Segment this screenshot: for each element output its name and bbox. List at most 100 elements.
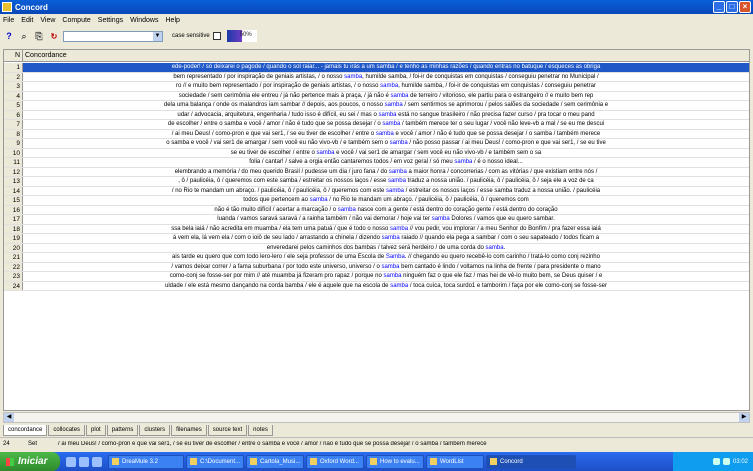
left-context: ais tarde eu quero que com todo lero-ler… (172, 254, 386, 260)
table-row[interactable]: 1 ede-poder! / só deixarei o pagode / qua… (4, 63, 749, 73)
table-row[interactable]: 13 , ô / paulicéia, ô / queremos com este… (4, 177, 749, 187)
concordance-column-header[interactable]: Concordance (23, 50, 749, 61)
row-number: 2 (4, 72, 23, 81)
taskbar-button[interactable]: Cartola_Musi... (246, 454, 304, 469)
taskbar-button[interactable]: DreaMule 3.2 (108, 454, 184, 469)
right-context: de terreiro / vitorioso, ele partiu para… (408, 92, 594, 99)
table-row[interactable]: 24 uldade / ele está mesmo dançando na co… (4, 281, 749, 291)
right-context: traduz a nossa união. / paulicéia, ô / p… (405, 178, 594, 184)
menu-file[interactable]: File (3, 17, 14, 24)
start-button[interactable]: Iniciar (0, 452, 60, 471)
right-context: e você / vai ser1 de amargar / sem você … (334, 149, 542, 156)
concordance-line: , ô / paulicéia, ô / queremos com este s… (23, 177, 749, 186)
keyword: samba (378, 111, 397, 118)
minimize-button[interactable]: _ (713, 1, 725, 13)
table-row[interactable]: 5 dela uma balança / onde os malandros ia… (4, 101, 749, 111)
table-row[interactable]: 21 ais tarde eu quero que com todo lero-l… (4, 253, 749, 263)
tab-collocates[interactable]: collocates (48, 425, 86, 436)
taskbar-button[interactable]: Oxford Word... (306, 454, 364, 469)
selected-line-text: / ai meu Deus! / como-pron e que vai ser… (58, 440, 487, 447)
right-context: a maior honra / concorrerias / com as vi… (406, 168, 598, 175)
table-row[interactable]: 6 udar / advocacia, arquitetura, engenhar… (4, 110, 749, 120)
table-row[interactable]: 16 não é tão muito difícil / acertar a ma… (4, 205, 749, 215)
table-row[interactable]: 18 ssa bela iaiá / não acredita em muamba… (4, 224, 749, 234)
table-row[interactable]: 2 bem representado / por inspiração de ge… (4, 72, 749, 82)
concordance-line: enveredarei pelos caminhos dos bambas / … (23, 244, 749, 253)
table-row[interactable]: 4 sociedade / sem cerimônia ele entreu / … (4, 91, 749, 101)
table-row[interactable]: 11 folia / cantar! / salve a orgia então … (4, 158, 749, 168)
right-context: , humilde samba, / foi-ir de conquistas … (398, 83, 596, 89)
keyword: samba (381, 263, 400, 270)
tab-clusters[interactable]: clusters (139, 425, 171, 436)
taskbar-button[interactable]: WordList (426, 454, 484, 469)
left-context: ssa bela iaiá / não acredita em muamba /… (171, 225, 391, 232)
table-row[interactable]: 8 / ai meu Deus! / como-pron e que vai se… (4, 129, 749, 139)
help-icon[interactable]: ? (3, 30, 15, 42)
keyword: samba (388, 168, 407, 175)
concordance-line: ede-poder! / só deixarei o pagode / quan… (23, 63, 749, 72)
menu-settings[interactable]: Settings (98, 17, 123, 24)
quicklaunch-desktop-icon[interactable] (92, 456, 102, 467)
right-context: . // chegando eu quero recebê-lo com car… (404, 254, 600, 260)
table-row[interactable]: 14 / no Rio te mandam um abraço. / paulic… (4, 186, 749, 196)
table-row[interactable]: 17 luanda / vamos saravá saravá / a rainh… (4, 215, 749, 225)
chevron-down-icon[interactable]: ▼ (153, 31, 162, 41)
left-context: / vamos deixar correr / a fama suburbana… (171, 263, 382, 270)
scroll-right-icon[interactable]: ▶ (739, 413, 749, 422)
maximize-button[interactable]: □ (726, 1, 738, 13)
table-row[interactable]: 7 de escolher / entre o samba e você / am… (4, 120, 749, 130)
volume-icon[interactable] (722, 458, 730, 465)
menu-edit[interactable]: Edit (21, 17, 33, 24)
table-row[interactable]: 12 elembrando a memória / do meu querido … (4, 167, 749, 177)
taskbar-button[interactable]: How to evalu... (366, 454, 424, 469)
tab-patterns[interactable]: patterns (106, 425, 139, 436)
left-context: udar / advocacia, arquitetura, engenhari… (177, 111, 379, 118)
tab-source-text[interactable]: source text (207, 425, 248, 436)
table-row[interactable]: 19 á vem ela, lá vem ela / com o ioiô de … (4, 234, 749, 244)
horizontal-scrollbar[interactable]: ◀ ▶ (3, 412, 750, 423)
row-number: 17 (4, 215, 23, 224)
table-row[interactable]: 22 / vamos deixar correr / a fama suburba… (4, 262, 749, 272)
table-row[interactable]: 15 todos que pertencem ao samba / no Rio … (4, 196, 749, 206)
refresh-icon[interactable]: ↻ (48, 30, 60, 42)
tab-filenames[interactable]: filenames (171, 425, 207, 436)
search-input[interactable]: ▼ (63, 30, 163, 42)
menu-compute[interactable]: Compute (62, 17, 90, 24)
table-row[interactable]: 23 como-conj se fosse-ser por mim // até … (4, 272, 749, 282)
keyword: samba (382, 121, 401, 127)
num-column-header[interactable]: N (4, 50, 23, 61)
copy-icon[interactable]: ⎘ (33, 30, 45, 42)
keyword: samba (381, 235, 400, 241)
taskbar-button[interactable]: Concord (486, 454, 576, 469)
menu-help[interactable]: Help (166, 17, 180, 24)
concordance-line: / no Rio te mandam um abraço. / paulicéi… (23, 187, 749, 196)
scroll-left-icon[interactable]: ◀ (4, 413, 14, 422)
concordance-line: dela uma balança / onde os malandros iam… (23, 101, 749, 110)
keyword: samba (375, 130, 394, 137)
table-row[interactable]: 3 ro // e muito bem representado / por in… (4, 82, 749, 92)
search-icon[interactable]: ⌕ (18, 30, 30, 42)
menu-view[interactable]: View (40, 17, 55, 24)
table-row[interactable]: 9 o samba e você / vai ser1 de amargar / … (4, 139, 749, 149)
tab-notes[interactable]: notes (248, 425, 273, 436)
title-bar[interactable]: Concord _ □ × (0, 0, 753, 14)
tab-plot[interactable]: plot (86, 425, 106, 436)
row-number: 11 (4, 158, 23, 167)
app-icon (430, 458, 437, 465)
quicklaunch-browser-icon[interactable] (66, 456, 76, 467)
taskbar-label: WordList (440, 458, 464, 465)
network-icon[interactable] (712, 458, 720, 465)
table-row[interactable]: 10 se eu tiver de escolher / entre o samb… (4, 148, 749, 158)
table-row[interactable]: 20 enveredarei pelos caminhos dos bambas … (4, 243, 749, 253)
keyword: samba (316, 149, 335, 156)
concordance-line: bem representado / por inspiração de gen… (23, 73, 749, 82)
taskbar-button[interactable]: C:\Document... (186, 454, 244, 469)
case-sensitive-checkbox[interactable] (212, 32, 221, 40)
quicklaunch-media-icon[interactable] (79, 456, 89, 467)
close-button[interactable]: × (739, 1, 751, 13)
tab-concordance[interactable]: concordance (3, 425, 48, 436)
entry-count: 24 (3, 440, 10, 447)
keyword: Samba (385, 254, 405, 260)
right-context: / sem sentirmos se aprimorou / pelos sal… (402, 102, 609, 108)
menu-windows[interactable]: Windows (130, 17, 158, 24)
